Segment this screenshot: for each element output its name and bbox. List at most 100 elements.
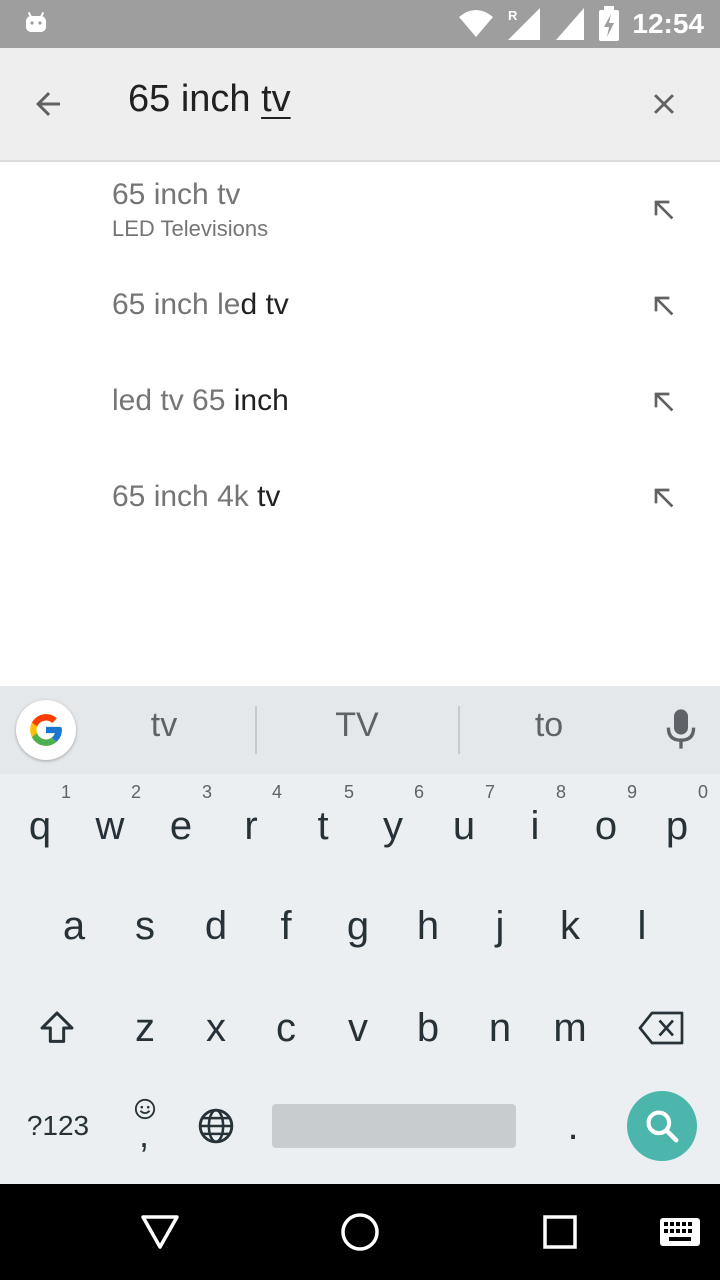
key-c[interactable]: c	[251, 978, 321, 1078]
search-query-text: 65 inch	[128, 78, 262, 120]
nav-back-button[interactable]	[136, 1208, 184, 1256]
status-time: 12:54	[632, 8, 704, 39]
arrow-top-left-icon[interactable]	[648, 290, 680, 322]
key-hint: 5	[343, 782, 354, 802]
suggestion-text: led tv 65 inch	[112, 384, 289, 418]
suggestion-muted-text: 65 inch tv	[112, 178, 241, 211]
key-label: e	[169, 803, 193, 848]
key-k[interactable]: k	[535, 876, 605, 976]
key-f[interactable]: f	[251, 876, 321, 976]
suggestion-item[interactable]: 65 inch led tv	[0, 274, 720, 370]
arrow-top-left-icon[interactable]	[648, 194, 680, 226]
key-b[interactable]: b	[393, 978, 463, 1078]
suggestion-muted-text: 65 inch le	[112, 288, 241, 321]
arrow-top-left-icon[interactable]	[648, 482, 680, 514]
key-r[interactable]: r4	[216, 776, 286, 876]
key-e[interactable]: e3	[146, 776, 216, 876]
symbols-key[interactable]: ?123	[16, 1076, 100, 1176]
triangle-back-icon	[141, 1215, 179, 1249]
wifi-icon	[459, 10, 494, 37]
keyboard-icon	[660, 1218, 700, 1246]
key-label: p	[665, 803, 689, 848]
key-q[interactable]: q1	[5, 776, 75, 876]
search-action-key[interactable]	[627, 1091, 697, 1161]
suggestion-muted-text: led tv 65	[112, 384, 234, 417]
key-g[interactable]: g	[323, 876, 393, 976]
search-bar: 65 inch tv	[0, 48, 720, 162]
nav-recents-button[interactable]	[536, 1208, 584, 1256]
backspace-key[interactable]	[626, 978, 696, 1078]
key-label: y	[383, 803, 403, 848]
key-h[interactable]: h	[393, 876, 463, 976]
suggestion-category: LED Televisions	[112, 216, 269, 241]
suggestion-item[interactable]: 65 inch tv LED Televisions	[0, 162, 720, 258]
prediction-divider	[255, 706, 257, 754]
key-hint: 8	[555, 782, 566, 802]
nav-home-button[interactable]	[336, 1208, 384, 1256]
search-query-composing: tv	[261, 78, 291, 120]
suggestion-strong-text: inch	[233, 384, 289, 417]
period-key[interactable]: .	[538, 1076, 608, 1176]
key-p[interactable]: p0	[642, 776, 712, 876]
back-button[interactable]	[24, 80, 72, 128]
android-icon	[26, 11, 46, 32]
space-bar[interactable]	[272, 1104, 516, 1148]
key-o[interactable]: o9	[571, 776, 641, 876]
circle-home-icon	[341, 1213, 379, 1251]
key-label: q	[28, 803, 52, 848]
prediction-2[interactable]: TV	[267, 706, 447, 745]
key-a[interactable]: a	[39, 876, 109, 976]
shift-key[interactable]	[22, 978, 92, 1078]
key-w[interactable]: w2	[75, 776, 145, 876]
key-u[interactable]: u7	[429, 776, 499, 876]
signal-icon	[556, 8, 585, 40]
square-recents-icon	[543, 1215, 577, 1249]
key-i[interactable]: i8	[500, 776, 570, 876]
key-hint: 4	[271, 782, 282, 802]
suggestion-muted-text: 65 inch 4k	[112, 480, 258, 513]
signal-roaming-icon: R	[508, 8, 541, 40]
key-label: t	[317, 803, 329, 848]
suggestion-item[interactable]: 65 inch 4k tv	[0, 466, 720, 562]
key-label: o	[594, 803, 618, 848]
key-hint: 1	[60, 782, 71, 802]
key-y[interactable]: y6	[358, 776, 428, 876]
search-input[interactable]: 65 inch tv	[128, 78, 291, 121]
language-key[interactable]	[181, 1076, 251, 1176]
prediction-1[interactable]: tv	[74, 706, 254, 745]
suggestion-strong-text: d tv	[240, 288, 289, 321]
key-hint: 2	[130, 782, 141, 802]
key-label: i	[530, 803, 540, 848]
keyboard-switch-button[interactable]	[656, 1208, 704, 1256]
mic-icon[interactable]	[664, 708, 698, 750]
key-t[interactable]: t5	[288, 776, 358, 876]
globe-icon	[198, 1108, 234, 1144]
key-l[interactable]: l	[607, 876, 677, 976]
key-s[interactable]: s	[110, 876, 180, 976]
key-d[interactable]: d	[181, 876, 251, 976]
comma-emoji-key[interactable]: ,	[110, 1076, 180, 1176]
arrow-top-left-icon[interactable]	[648, 386, 680, 418]
arrow-back-icon	[36, 92, 60, 116]
key-label: u	[452, 803, 476, 848]
navigation-bar	[0, 1184, 720, 1280]
suggestion-text: 65 inch tv	[112, 178, 240, 212]
close-icon	[654, 94, 674, 114]
prediction-3[interactable]: to	[459, 706, 639, 745]
backspace-icon	[638, 1011, 684, 1045]
suggestion-strip: tv TV to	[0, 686, 720, 774]
key-z[interactable]: z	[110, 978, 180, 1078]
google-button[interactable]	[16, 700, 76, 760]
key-label: r	[244, 803, 258, 848]
key-j[interactable]: j	[465, 876, 535, 976]
key-v[interactable]: v	[323, 978, 393, 1078]
clear-search-button[interactable]	[640, 80, 688, 128]
battery-charging-icon	[599, 6, 620, 41]
keyboard: tv TV to q1 w2 e3 r4 t5 y6 u7 i8 o9 p0 a…	[0, 686, 720, 1184]
key-n[interactable]: n	[465, 978, 535, 1078]
status-bar: R 12:54	[0, 0, 720, 48]
google-g-icon	[30, 714, 62, 746]
suggestion-item[interactable]: led tv 65 inch	[0, 370, 720, 466]
key-x[interactable]: x	[181, 978, 251, 1078]
key-m[interactable]: m	[535, 978, 605, 1078]
